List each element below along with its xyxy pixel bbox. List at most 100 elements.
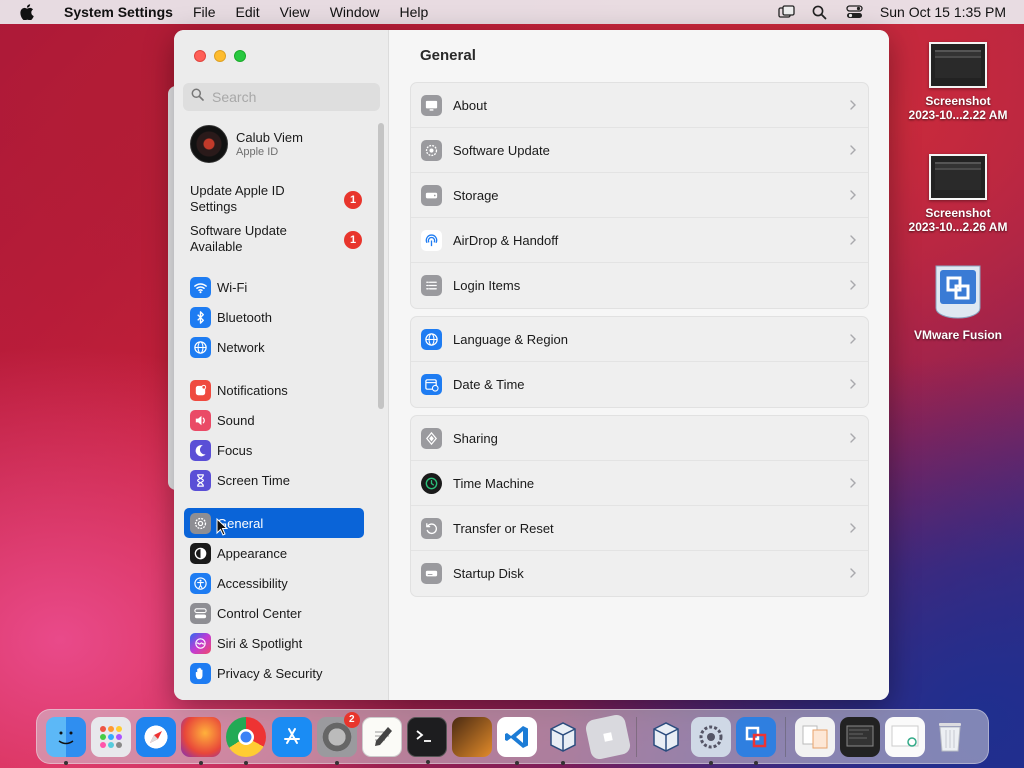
app-store-icon[interactable] (271, 716, 312, 757)
screen-mirroring-icon[interactable] (778, 5, 795, 19)
row-transfer-reset[interactable]: Transfer or Reset (411, 506, 868, 551)
roblox-icon[interactable] (584, 712, 632, 761)
row-label: Sharing (453, 430, 498, 446)
menu-view[interactable]: View (270, 4, 320, 20)
vmware-fusion-icon[interactable] (736, 716, 777, 765)
apple-menu-icon[interactable] (0, 4, 54, 20)
menu-window[interactable]: Window (320, 4, 390, 20)
notification-badge: 1 (344, 191, 362, 209)
sidebar-item-label: Privacy & Security (217, 665, 323, 681)
chevron-right-icon (850, 280, 856, 290)
calendar-clock-icon (421, 374, 442, 395)
vscode-icon[interactable] (497, 716, 538, 765)
bluetooth-icon (190, 306, 211, 328)
reset-icon (421, 517, 442, 539)
gear-icon (190, 512, 211, 534)
settings-group-3: Sharing Time Machine Transfer or Reset S… (410, 415, 869, 597)
avatar (190, 125, 228, 163)
row-startup-disk[interactable]: Startup Disk (411, 551, 868, 596)
row-label: Transfer or Reset (453, 520, 554, 536)
screenshot-thumbnail (929, 154, 987, 200)
sidebar-scrollbar[interactable] (378, 123, 384, 409)
sidebar-item-general[interactable]: General (184, 508, 364, 538)
control-center-icon[interactable] (846, 5, 863, 19)
sidebar-item-label: Bluetooth (217, 309, 272, 325)
recents-stack-icon[interactable] (884, 716, 925, 757)
desktop-screenshot-file-1[interactable]: Screenshot 2023-10...2.22 AM (898, 42, 1018, 122)
search-field[interactable] (183, 83, 380, 111)
safari-icon[interactable] (135, 716, 176, 757)
trash-icon[interactable] (930, 717, 970, 757)
firefox-icon[interactable] (181, 716, 222, 765)
chrome-icon[interactable] (226, 716, 267, 765)
apple-id-account[interactable]: Calub Viem Apple ID (190, 124, 370, 164)
virtualbox-manager-icon[interactable] (646, 717, 686, 757)
desktop-screenshot-file-2[interactable]: Screenshot 2023-10...2.26 AM (898, 154, 1018, 234)
terminal-icon[interactable] (407, 716, 448, 764)
row-storage[interactable]: Storage (411, 173, 868, 218)
sidebar-item-wifi[interactable]: Wi-Fi (184, 272, 364, 302)
sidebar-item-sound[interactable]: Sound (184, 405, 364, 435)
sidebar-item-notifications[interactable]: Notifications (184, 375, 364, 405)
sidebar-item-privacy-security[interactable]: Privacy & Security (184, 658, 364, 688)
row-software-update[interactable]: Software Update (411, 128, 868, 173)
spotlight-search-icon[interactable] (812, 5, 828, 20)
sidebar-item-accessibility[interactable]: Accessibility (184, 568, 364, 598)
row-login-items[interactable]: Login Items (411, 263, 868, 308)
row-label: Startup Disk (453, 566, 524, 581)
menu-help[interactable]: Help (390, 4, 439, 20)
row-date-time[interactable]: Date & Time (411, 362, 868, 407)
sidebar-item-control-center[interactable]: Control Center (184, 598, 364, 628)
notification-badge: 1 (344, 231, 362, 249)
row-time-machine[interactable]: Time Machine (411, 461, 868, 506)
garageband-icon[interactable] (452, 716, 493, 757)
search-input[interactable] (212, 89, 372, 105)
chevron-right-icon (850, 568, 856, 578)
row-sharing[interactable]: Sharing (411, 416, 868, 461)
desktop-vmware-fusion[interactable]: VMware Fusion (898, 262, 1018, 342)
wifi-icon (190, 276, 211, 298)
time-machine-icon (421, 472, 442, 494)
notice-update-apple-id[interactable]: Update Apple ID Settings 1 (190, 183, 362, 215)
close-button[interactable] (194, 50, 206, 62)
sidebar-item-appearance[interactable]: Appearance (184, 538, 364, 568)
desktop-item-sublabel: 2023-10...2.26 AM (908, 220, 1008, 234)
documents-stack-icon[interactable] (839, 716, 880, 757)
row-language-region[interactable]: Language & Region (411, 317, 868, 362)
desktop-item-label: VMware Fusion (913, 328, 1002, 342)
system-preferences-icon[interactable] (691, 716, 732, 765)
menu-edit[interactable]: Edit (226, 4, 270, 20)
menu-app-name[interactable]: System Settings (54, 4, 183, 20)
sidebar-item-label: Wi-Fi (217, 279, 248, 295)
desktop-item-label: Screenshot (925, 94, 991, 108)
globe-icon (190, 336, 211, 358)
settings-group-2: Language & Region Date & Time (410, 316, 869, 408)
appearance-icon (190, 542, 211, 564)
desktop-item-sublabel: 2023-10...2.22 AM (908, 108, 1008, 122)
disk-icon (421, 563, 442, 584)
sidebar-item-screen-time[interactable]: Screen Time (184, 465, 364, 495)
sidebar-item-bluetooth[interactable]: Bluetooth (184, 302, 364, 332)
sidebar-item-label: Sound (217, 412, 255, 428)
virtualbox-icon[interactable] (543, 717, 583, 765)
row-label: AirDrop & Handoff (453, 232, 559, 248)
menu-file[interactable]: File (183, 4, 226, 20)
list-icon (421, 275, 442, 296)
row-about[interactable]: About (411, 83, 868, 128)
row-airdrop-handoff[interactable]: AirDrop & Handoff (411, 218, 868, 263)
minimize-button[interactable] (214, 50, 226, 62)
system-settings-icon[interactable]: 2 (316, 711, 360, 765)
sidebar-item-siri-spotlight[interactable]: Siri & Spotlight (184, 628, 364, 658)
vmware-fusion-icon (930, 262, 986, 322)
sidebar-item-focus[interactable]: Focus (184, 435, 364, 465)
finder-icon[interactable] (45, 716, 86, 765)
textedit-icon[interactable] (361, 716, 402, 757)
sidebar-item-network[interactable]: Network (184, 332, 364, 362)
zoom-button[interactable] (234, 50, 246, 62)
notice-software-update[interactable]: Software Update Available 1 (190, 223, 362, 255)
menu-bar: System Settings File Edit View Window He… (0, 0, 1024, 24)
launchpad-icon[interactable] (90, 716, 131, 757)
menu-clock[interactable]: Sun Oct 15 1:35 PM (880, 4, 1006, 20)
downloads-stack-icon[interactable] (794, 716, 835, 757)
chevron-right-icon (850, 523, 856, 533)
